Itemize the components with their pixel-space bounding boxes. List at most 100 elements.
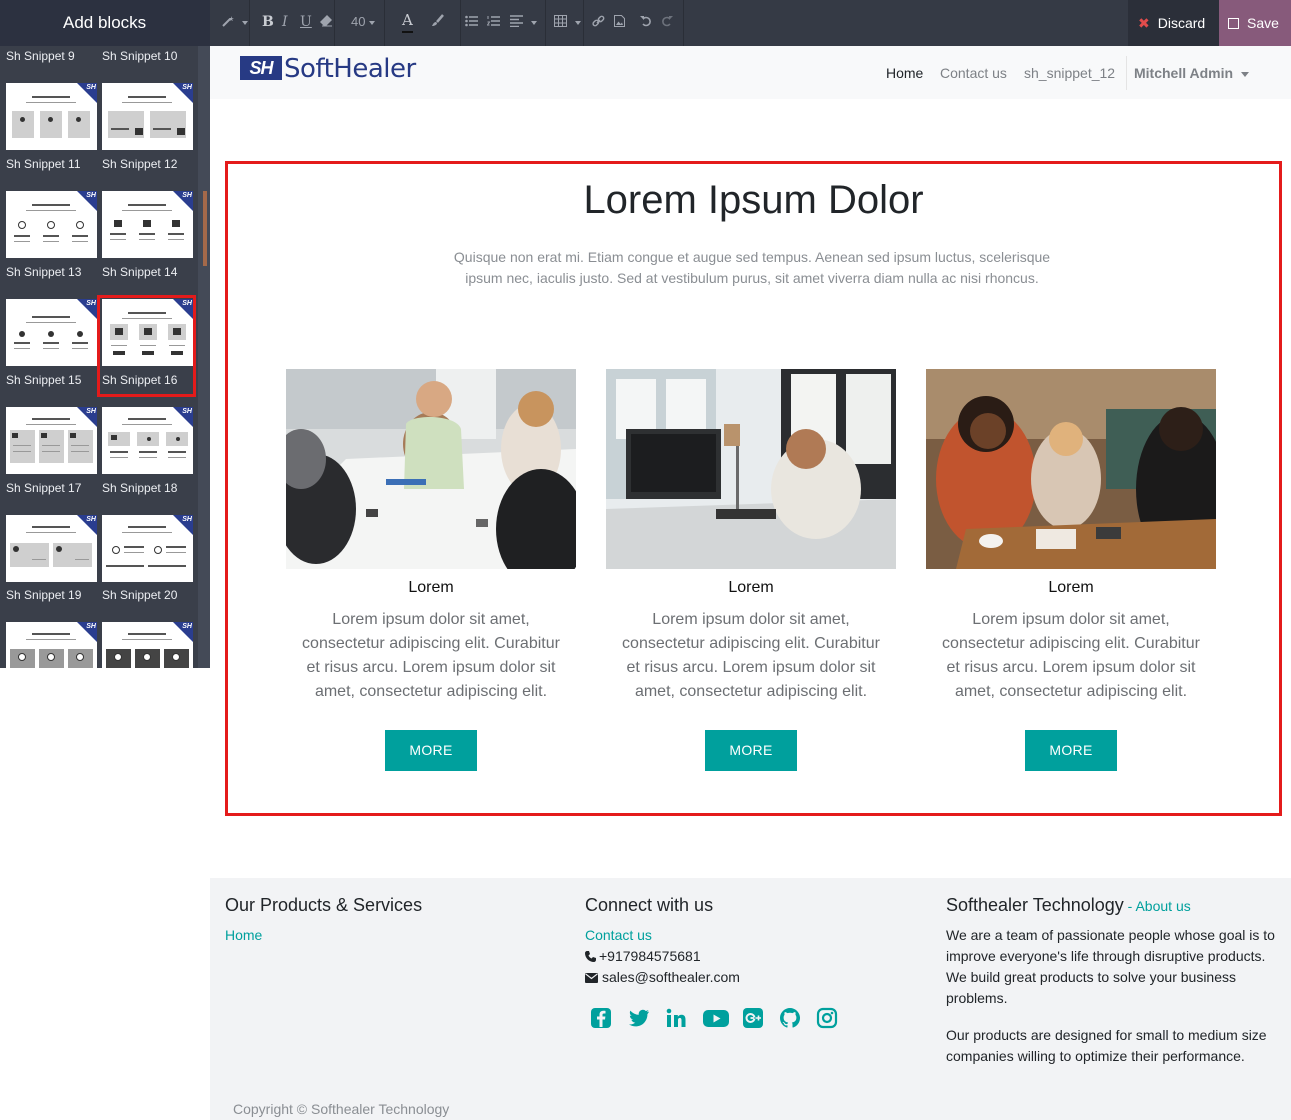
snippet-label[interactable]: Sh Snippet 19 xyxy=(6,588,81,602)
card-image[interactable] xyxy=(606,369,896,569)
toolbar-group-paragraph xyxy=(461,0,546,46)
font-size-dropdown[interactable]: 40 xyxy=(351,14,375,30)
snippet-thumb-12[interactable]: SH xyxy=(102,83,193,150)
card-image[interactable] xyxy=(926,369,1216,569)
snippet-label[interactable]: Sh Snippet 10 xyxy=(102,49,177,63)
floppy-disk-icon xyxy=(1228,18,1239,29)
snippet-label[interactable]: Sh Snippet 9 xyxy=(6,49,75,63)
snippet-label[interactable]: Sh Snippet 14 xyxy=(102,265,177,279)
snippet-thumb-21[interactable]: SH xyxy=(6,622,97,668)
panel-scrollbar[interactable] xyxy=(198,46,210,668)
save-button[interactable]: Save xyxy=(1219,0,1291,46)
image-file-icon[interactable] xyxy=(614,14,625,30)
magic-wand-icon[interactable] xyxy=(222,14,248,30)
snippet-thumb-22[interactable]: SH xyxy=(102,622,193,668)
panel-scrollbar-thumb[interactable] xyxy=(203,191,207,266)
phone-icon xyxy=(585,951,596,962)
sh-badge: SH xyxy=(182,516,192,523)
underline-button[interactable]: U xyxy=(300,14,312,30)
card-title[interactable]: Lorem xyxy=(286,579,576,597)
instagram-icon[interactable] xyxy=(815,1006,839,1030)
snippet-thumb-20[interactable]: SH xyxy=(102,515,193,582)
facebook-icon[interactable] xyxy=(589,1006,613,1030)
footer-email: sales@softhealer.com xyxy=(585,969,740,985)
snippet-label[interactable]: Sh Snippet 11 xyxy=(6,157,81,171)
footer-about-text: We are a team of passionate people whose… xyxy=(946,927,1275,1006)
paint-brush-icon[interactable] xyxy=(431,14,444,30)
card-title[interactable]: Lorem xyxy=(606,579,896,597)
font-color-button[interactable]: A xyxy=(402,12,413,33)
logo-text: SoftHealer xyxy=(284,54,416,84)
snippet-thumb-14[interactable]: SH xyxy=(102,191,193,258)
discard-label: Discard xyxy=(1157,15,1206,31)
user-menu[interactable]: Mitchell Admin xyxy=(1134,65,1249,81)
twitter-icon[interactable] xyxy=(627,1006,651,1030)
sh-badge: SH xyxy=(86,516,96,523)
align-dropdown-icon[interactable] xyxy=(510,14,537,30)
toolbar-group-size: 40 xyxy=(335,0,385,46)
undo-icon[interactable] xyxy=(640,14,652,30)
envelope-icon xyxy=(585,973,598,983)
sh-badge: SH xyxy=(182,623,192,630)
nav-contact-us[interactable]: Contact us xyxy=(940,65,1007,81)
footer-home-link[interactable]: Home xyxy=(225,927,262,943)
link-icon[interactable] xyxy=(592,14,605,30)
section-title[interactable]: Lorem Ipsum Dolor xyxy=(225,178,1282,223)
card-text[interactable]: Lorem ipsum dolor sit amet, consectetur … xyxy=(926,608,1216,704)
discard-button[interactable]: ✖ Discard xyxy=(1128,0,1219,46)
nav-sh-snippet-12[interactable]: sh_snippet_12 xyxy=(1024,65,1115,81)
sh-badge: SH xyxy=(182,84,192,91)
bullet-list-icon[interactable] xyxy=(465,14,478,30)
snippet-thumb-18[interactable]: SH xyxy=(102,407,193,474)
card-image[interactable] xyxy=(286,369,576,569)
panel-title: Add blocks xyxy=(0,0,210,46)
logo-mark: SH xyxy=(240,56,282,80)
snippet-row: Sh Snippet 9 Sh Snippet 10 xyxy=(0,49,198,67)
email-address[interactable]: sales@softhealer.com xyxy=(602,969,740,985)
card-text[interactable]: Lorem ipsum dolor sit amet, consectetur … xyxy=(286,608,576,704)
numbered-list-icon[interactable] xyxy=(486,14,500,30)
selected-snippet-outline xyxy=(97,295,196,397)
table-icon[interactable] xyxy=(554,14,581,30)
editor-toolbar: B I U 40 A ✖ Discard Save xyxy=(210,0,1291,46)
italic-button[interactable]: I xyxy=(282,14,288,30)
redo-icon[interactable] xyxy=(661,14,673,30)
snippet-row: Sh Snippet 13 Sh Snippet 14 xyxy=(0,265,198,283)
snippet-label[interactable]: Sh Snippet 12 xyxy=(102,157,177,171)
phone-number: +917984575681 xyxy=(599,948,701,964)
snippet-label[interactable]: Sh Snippet 13 xyxy=(6,265,81,279)
snippet-thumb-19[interactable]: SH xyxy=(6,515,97,582)
snippet-label[interactable]: Sh Snippet 20 xyxy=(102,588,177,602)
sh-badge: SH xyxy=(86,84,96,91)
nav-home[interactable]: Home xyxy=(886,65,923,81)
section-subtitle[interactable]: Quisque non erat mi. Etiam congue et aug… xyxy=(440,247,1064,289)
youtube-icon[interactable] xyxy=(702,1006,730,1030)
footer-about-heading: Softhealer Technology - About us xyxy=(946,895,1191,916)
card-title[interactable]: Lorem xyxy=(926,579,1216,597)
company-name: Softhealer Technology xyxy=(946,895,1124,915)
google-plus-icon[interactable] xyxy=(741,1006,765,1030)
snippet-thumb-17[interactable]: SH xyxy=(6,407,97,474)
linkedin-icon[interactable] xyxy=(664,1006,688,1030)
footer-about-text-2: Our products are designed for small to m… xyxy=(946,1027,1267,1064)
snippet-label[interactable]: Sh Snippet 15 xyxy=(6,373,81,387)
footer-contact-link[interactable]: Contact us xyxy=(585,927,652,943)
github-icon[interactable] xyxy=(778,1006,802,1030)
more-button[interactable]: MORE xyxy=(705,730,797,771)
card-text[interactable]: Lorem ipsum dolor sit amet, consectetur … xyxy=(606,608,896,704)
toolbar-group-style xyxy=(210,0,250,46)
more-button[interactable]: MORE xyxy=(1025,730,1117,771)
snippet-thumb-11[interactable]: SH xyxy=(6,83,97,150)
more-button[interactable]: MORE xyxy=(385,730,477,771)
sh-badge: SH xyxy=(86,408,96,415)
footer-phone: +917984575681 xyxy=(585,948,701,964)
snippet-thumb-13[interactable]: SH xyxy=(6,191,97,258)
eraser-icon[interactable] xyxy=(320,14,333,30)
snippet-label[interactable]: Sh Snippet 17 xyxy=(6,481,81,495)
snippet-thumb-15[interactable]: SH xyxy=(6,299,97,366)
snippet-row: Sh Snippet 11 Sh Snippet 12 xyxy=(0,157,198,175)
toolbar-group-color: A xyxy=(385,0,461,46)
snippet-label[interactable]: Sh Snippet 18 xyxy=(102,481,177,495)
about-us-link[interactable]: About us xyxy=(1135,898,1190,914)
bold-button[interactable]: B xyxy=(262,14,274,30)
